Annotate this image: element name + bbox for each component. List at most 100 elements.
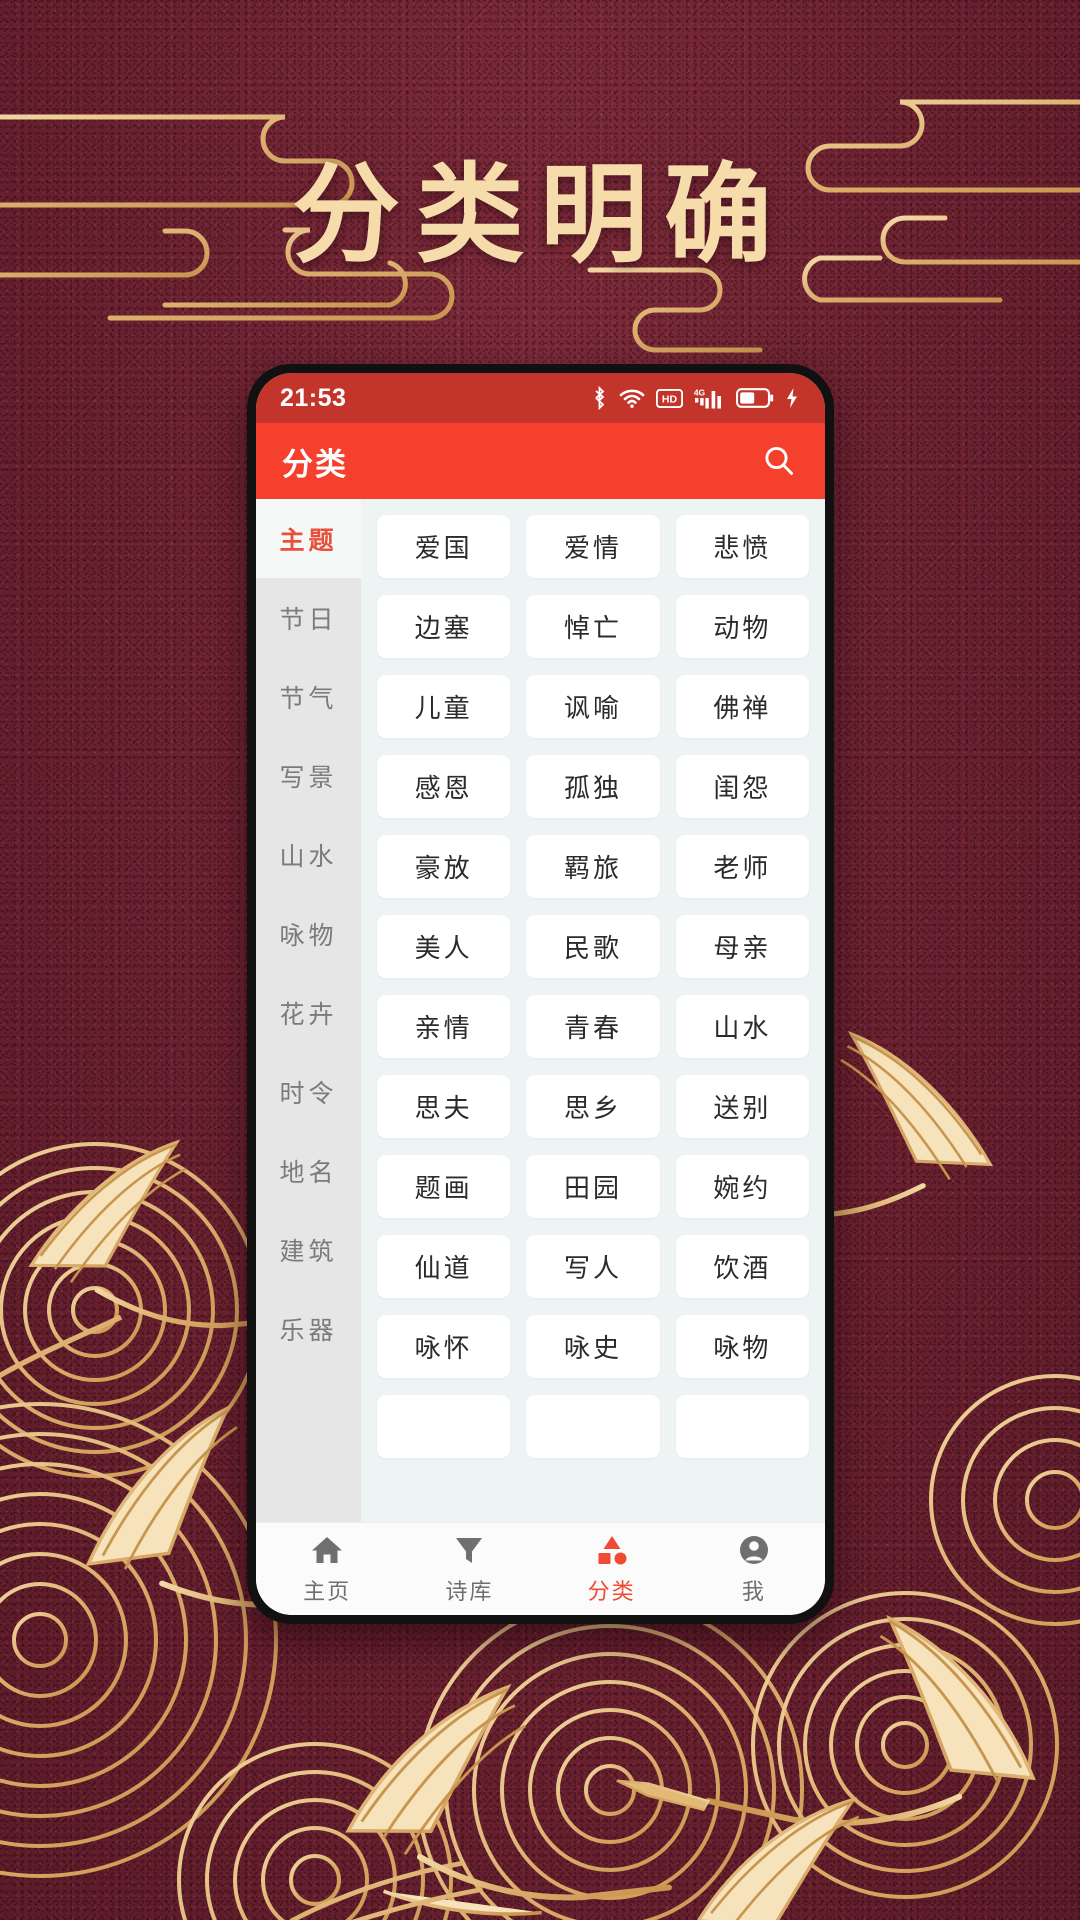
grid-bottom-fade xyxy=(361,1496,825,1522)
category-cell[interactable]: 美人 xyxy=(377,915,511,978)
category-cell-label: 佛禅 xyxy=(713,693,772,723)
sidebar-item-label: 建筑 xyxy=(279,1237,338,1266)
category-cell[interactable] xyxy=(675,1395,809,1458)
sidebar-item-8[interactable]: 地名 xyxy=(256,1131,361,1210)
bottom-navigation[interactable]: 主页 诗库 分类 我 xyxy=(256,1522,825,1615)
category-cell-label: 边塞 xyxy=(414,613,473,643)
category-cell-label: 豪放 xyxy=(414,853,473,883)
category-cell[interactable]: 感恩 xyxy=(377,755,511,818)
category-cell[interactable]: 仙道 xyxy=(377,1235,511,1298)
category-cell[interactable]: 思夫 xyxy=(377,1075,511,1138)
category-cell-label: 孤独 xyxy=(563,773,622,803)
category-cell[interactable]: 佛禅 xyxy=(675,675,809,738)
category-cell[interactable]: 咏怀 xyxy=(377,1315,511,1378)
category-sidebar[interactable]: 主题 节日节气写景山水 咏物花卉时令地名建筑乐器 xyxy=(256,499,361,1522)
category-cell[interactable]: 边塞 xyxy=(377,595,511,658)
sidebar-item-label: 花卉 xyxy=(279,1000,338,1029)
category-cell[interactable]: 咏史 xyxy=(526,1315,660,1378)
category-cell[interactable]: 悼亡 xyxy=(526,595,660,658)
category-cell[interactable]: 动物 xyxy=(675,595,809,658)
sidebar-item-label: 乐器 xyxy=(279,1316,338,1345)
nav-item-label: 主页 xyxy=(303,1578,352,1604)
category-cell-label: 感恩 xyxy=(414,773,473,803)
sidebar-item-label: 节气 xyxy=(279,684,338,713)
person-icon xyxy=(737,1533,771,1567)
category-cell-label: 美人 xyxy=(414,933,473,963)
category-cell[interactable]: 闺怨 xyxy=(675,755,809,818)
battery-icon xyxy=(736,388,774,408)
sidebar-item-7[interactable]: 时令 xyxy=(256,1052,361,1131)
category-grid-scroll[interactable]: 爱国 爱情 悲愤边塞 悼亡 动物儿童 讽喻 佛禅感恩 孤独 闺怨豪放 羁旅 老师美人 民歌 母亲亲情 青春… xyxy=(361,499,825,1522)
sidebar-item-4[interactable]: 山水 xyxy=(256,815,361,894)
nav-item-3[interactable]: 我 xyxy=(683,1533,825,1606)
category-cell[interactable]: 题画 xyxy=(377,1155,511,1218)
category-cell[interactable]: 悲愤 xyxy=(675,515,809,578)
category-cell-label: 羁旅 xyxy=(563,853,622,883)
category-cell[interactable]: 送别 xyxy=(675,1075,809,1138)
category-cell[interactable]: 山水 xyxy=(675,995,809,1058)
sidebar-item-9[interactable]: 建筑 xyxy=(256,1210,361,1289)
sidebar-item-2[interactable]: 节气 xyxy=(256,657,361,736)
category-cell-label: 仙道 xyxy=(414,1253,473,1283)
status-bar: 21:53 HD 4G xyxy=(256,373,825,423)
nav-item-0[interactable]: 主页 xyxy=(256,1533,398,1606)
category-cell[interactable]: 孤独 xyxy=(526,755,660,818)
category-cell-label: 母亲 xyxy=(713,933,772,963)
nav-item-label: 分类 xyxy=(587,1578,636,1604)
category-cell-label: 悼亡 xyxy=(563,613,622,643)
category-cell[interactable]: 羁旅 xyxy=(526,835,660,898)
category-cell-label: 民歌 xyxy=(563,933,622,963)
category-cell-label: 山水 xyxy=(713,1013,772,1043)
category-cell[interactable]: 儿童 xyxy=(377,675,511,738)
category-cell[interactable]: 青春 xyxy=(526,995,660,1058)
hd-icon: HD xyxy=(656,388,683,408)
category-cell[interactable] xyxy=(526,1395,660,1458)
nav-item-1[interactable]: 诗库 xyxy=(398,1533,540,1606)
category-cell-label: 婉约 xyxy=(713,1173,772,1203)
category-cell-label: 亲情 xyxy=(414,1013,473,1043)
app-bar-title: 分类 xyxy=(282,446,348,482)
charging-bolt-icon xyxy=(787,388,797,408)
category-cell[interactable]: 豪放 xyxy=(377,835,511,898)
category-cell[interactable]: 咏物 xyxy=(675,1315,809,1378)
signal-4g-icon: 4G xyxy=(694,387,721,408)
poster-stage: .gl{fill:none;stroke:#d8a köm;} xyxy=(0,0,1080,1920)
category-cell-label: 讽喻 xyxy=(563,693,622,723)
category-cell[interactable]: 老师 xyxy=(675,835,809,898)
sidebar-item-0[interactable]: 主题 xyxy=(256,499,361,578)
category-cell-label: 动物 xyxy=(713,613,772,643)
category-cell[interactable] xyxy=(377,1395,511,1458)
category-cell[interactable]: 饮酒 xyxy=(675,1235,809,1298)
sidebar-item-1[interactable]: 节日 xyxy=(256,578,361,657)
category-cell-label: 爱情 xyxy=(563,533,622,563)
svg-text:HD: HD xyxy=(662,393,678,405)
nav-item-2[interactable]: 分类 xyxy=(541,1533,683,1606)
svg-text:4G: 4G xyxy=(694,387,706,397)
category-cell[interactable]: 母亲 xyxy=(675,915,809,978)
phone-mockup: 21:53 HD 4G 分类 主题 节日 节气 写景 山水 咏物 花卉 时令 地… xyxy=(247,364,834,1624)
category-cell[interactable]: 民歌 xyxy=(526,915,660,978)
sidebar-item-6[interactable]: 花卉 xyxy=(256,973,361,1052)
shapes-icon xyxy=(595,1533,629,1567)
category-cell[interactable]: 写人 xyxy=(526,1235,660,1298)
sidebar-item-label: 写景 xyxy=(279,763,338,792)
category-cell[interactable]: 婉约 xyxy=(675,1155,809,1218)
category-cell[interactable]: 亲情 xyxy=(377,995,511,1058)
category-cell[interactable]: 爱情 xyxy=(526,515,660,578)
category-cell-label: 思乡 xyxy=(563,1093,622,1123)
status-time: 21:53 xyxy=(280,383,347,412)
search-button[interactable] xyxy=(761,443,797,479)
category-cell[interactable]: 田园 xyxy=(526,1155,660,1218)
funnel-icon xyxy=(452,1533,486,1567)
category-cell-label: 悲愤 xyxy=(713,533,772,563)
category-cell-label: 咏物 xyxy=(713,1333,772,1363)
category-cell[interactable]: 爱国 xyxy=(377,515,511,578)
category-cell[interactable]: 讽喻 xyxy=(526,675,660,738)
category-cell[interactable]: 思乡 xyxy=(526,1075,660,1138)
sidebar-item-3[interactable]: 写景 xyxy=(256,736,361,815)
sidebar-item-5[interactable]: 咏物 xyxy=(256,894,361,973)
sidebar-item-label: 时令 xyxy=(279,1079,338,1108)
sidebar-item-10[interactable]: 乐器 xyxy=(256,1289,361,1368)
bluetooth-icon xyxy=(595,386,605,410)
category-cell-label: 咏怀 xyxy=(414,1333,473,1363)
